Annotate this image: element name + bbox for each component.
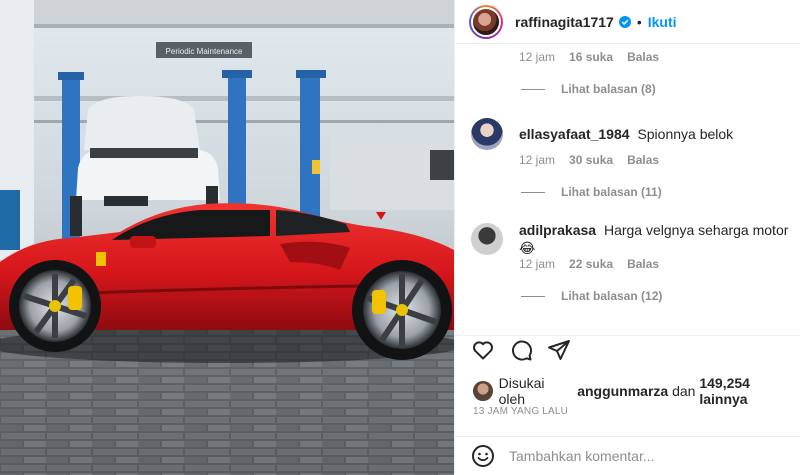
view-replies-line	[521, 88, 545, 90]
view-replies-label: Lihat balasan (11)	[561, 185, 662, 199]
add-comment-bar	[455, 436, 800, 475]
view-replies-button[interactable]: Lihat balasan (11)	[521, 185, 662, 199]
commenter-avatar[interactable]	[471, 118, 503, 150]
front-wheel	[9, 260, 101, 352]
reply-button[interactable]: Balas	[627, 257, 659, 271]
comment-time: 12 jam	[519, 257, 556, 271]
likes-prefix: Disukai oleh	[498, 375, 545, 407]
comment-item: ellasyafaat_1984 Spionnya belok	[471, 118, 790, 150]
comments-list[interactable]: 12 jam 16 suka Balas Lihat balasan (8) e…	[455, 44, 800, 334]
view-replies-label: Lihat balasan (12)	[561, 289, 663, 303]
comment-time: 12 jam	[519, 153, 556, 167]
author-username[interactable]: raffinagita1717	[515, 14, 614, 30]
comment-time: 12 jam	[519, 50, 556, 64]
likes-connector: dan	[672, 383, 696, 399]
car-photo: Periodic Maintenance	[0, 0, 454, 475]
comment-likes[interactable]: 22 suka	[569, 257, 613, 271]
reply-button[interactable]: Balas	[627, 50, 659, 64]
view-replies-label: Lihat balasan (8)	[561, 82, 656, 96]
post-header: raffinagita1717 • Ikuti	[455, 0, 800, 44]
header-separator: •	[636, 13, 642, 30]
action-bar	[455, 335, 800, 365]
view-replies-button[interactable]: Lihat balasan (12)	[521, 289, 662, 303]
view-replies-line	[521, 191, 545, 193]
commenter-username[interactable]: ellasyafaat_1984	[519, 126, 630, 142]
comment-meta: 12 jam 30 suka Balas	[519, 153, 659, 167]
likes-count[interactable]: 149,254 lainnya	[699, 375, 800, 407]
author-avatar[interactable]	[469, 4, 503, 39]
comment-likes[interactable]: 16 suka	[569, 50, 613, 64]
comment-icon[interactable]	[509, 338, 533, 362]
follow-button[interactable]: Ikuti	[648, 14, 677, 30]
rear-wheel	[352, 260, 452, 360]
share-icon[interactable]	[547, 338, 571, 362]
post-timestamp[interactable]: 13 JAM YANG LALU	[473, 406, 568, 417]
liker-username[interactable]: anggunmarza	[577, 383, 668, 399]
comment-meta: 12 jam 22 suka Balas	[519, 257, 659, 271]
post-image[interactable]: Periodic Maintenance	[0, 0, 454, 475]
comment-input[interactable]	[509, 448, 769, 464]
commenter-username[interactable]: adilprakasa	[519, 222, 596, 238]
comment-item: adilprakasa Harga velgnya seharga motor😂	[471, 221, 790, 257]
comment-likes[interactable]: 30 suka	[569, 153, 613, 167]
reply-button[interactable]: Balas	[627, 153, 659, 167]
heart-icon[interactable]	[471, 338, 495, 362]
verified-icon	[618, 15, 631, 28]
liker-avatar[interactable]	[473, 381, 493, 401]
commenter-avatar[interactable]	[471, 223, 503, 255]
view-replies-button[interactable]: Lihat balasan (8)	[521, 82, 656, 96]
emoji-icon[interactable]	[471, 444, 495, 468]
view-replies-line	[521, 295, 545, 297]
likes-summary: Disukai oleh anggunmarza dan 149,254 lai…	[473, 375, 800, 407]
post-side-panel: raffinagita1717 • Ikuti 12 jam 16 suka B…	[454, 0, 800, 475]
comment-text: Spionnya belok	[637, 126, 734, 142]
comment-meta: 12 jam 16 suka Balas	[519, 50, 659, 64]
workshop-sign-text: Periodic Maintenance	[166, 47, 243, 56]
